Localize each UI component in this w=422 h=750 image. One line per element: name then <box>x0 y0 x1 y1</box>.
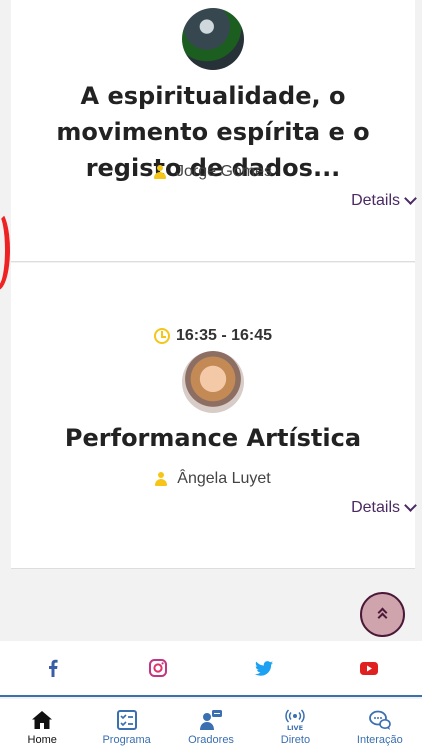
session-title: Performance Artística <box>64 424 362 452</box>
nav-programa[interactable]: Programa <box>84 699 168 750</box>
facebook-icon[interactable] <box>42 657 64 679</box>
nav-direto[interactable]: LIVE Direto <box>253 699 337 750</box>
live-icon: LIVE <box>284 709 306 731</box>
speaker-avatar <box>182 8 244 70</box>
person-icon <box>155 472 168 486</box>
session-time: 16:35 - 16:45 <box>11 327 415 345</box>
speaker-row: Ângela Luyet <box>11 470 415 488</box>
nav-label: Programa <box>102 734 151 746</box>
instagram-icon[interactable] <box>147 657 169 679</box>
speaker-avatar <box>182 351 244 413</box>
session-card: A espiritualidade, o movimento espírita … <box>11 0 417 262</box>
nav-label: Interação <box>356 734 403 746</box>
chat-icon <box>368 709 391 731</box>
checklist-icon <box>116 709 138 731</box>
speaker-name: Ângela Luyet <box>177 470 271 487</box>
nav-oradores[interactable]: Oradores <box>169 699 253 750</box>
details-label: Details <box>351 192 400 209</box>
nav-home[interactable]: Home <box>0 699 84 750</box>
chevron-down-icon <box>404 499 417 512</box>
speaker-icon <box>200 709 223 731</box>
nav-label: Oradores <box>188 734 234 746</box>
bottom-nav: Home Programa Oradores LIVE Direto Inter… <box>0 699 422 750</box>
session-time-text: 16:35 - 16:45 <box>175 327 273 344</box>
clock-icon <box>153 328 170 344</box>
scroll-to-top-button[interactable] <box>360 592 405 637</box>
svg-text:LIVE: LIVE <box>287 724 303 731</box>
background-decoration <box>0 210 10 290</box>
details-toggle[interactable]: Details <box>351 499 417 517</box>
social-bar <box>0 641 422 697</box>
nav-label: Direto <box>280 734 311 746</box>
details-toggle[interactable]: Details <box>351 192 417 210</box>
nav-label: Home <box>27 734 57 746</box>
speaker-name: Jorge Gomes <box>175 163 273 180</box>
nav-interacao[interactable]: Interação <box>338 699 422 750</box>
session-card: 16:35 - 16:45 Performance Artística Ânge… <box>11 263 417 569</box>
home-icon <box>31 709 53 731</box>
twitter-icon[interactable] <box>253 657 275 679</box>
speaker-row: Jorge Gomes <box>11 163 415 181</box>
chevron-down-icon <box>404 192 417 205</box>
person-icon <box>153 165 166 179</box>
youtube-icon[interactable] <box>358 657 380 679</box>
details-label: Details <box>351 499 400 516</box>
double-chevron-up-icon <box>377 607 388 622</box>
